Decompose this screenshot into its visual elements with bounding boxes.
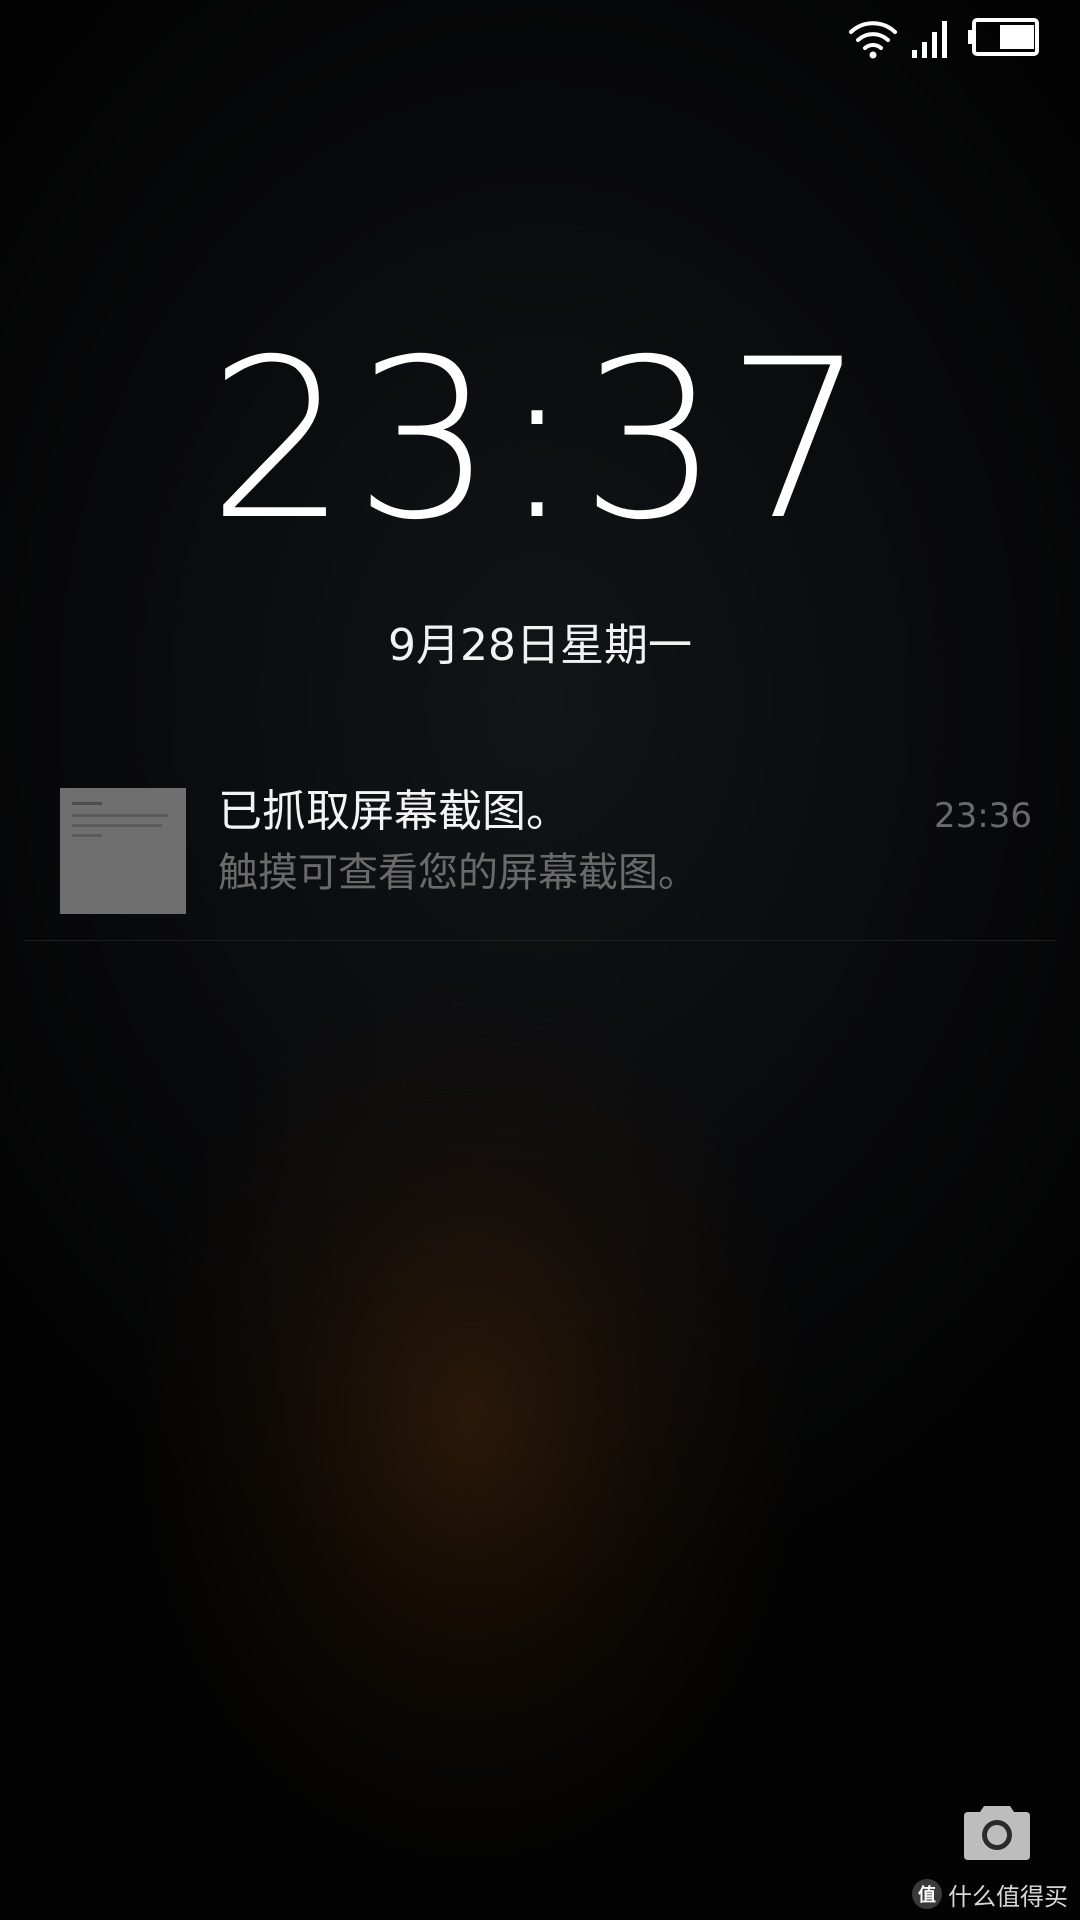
notification-text: 触摸可查看您的屏幕截图。	[218, 850, 698, 896]
watermark: 值 什么值得买	[912, 1874, 1068, 1914]
lockscreen-date: 9月28日星期一	[388, 620, 692, 671]
battery-icon	[968, 18, 1039, 56]
lockscreen-clock: 23:37	[207, 312, 872, 568]
screenshot-thumbnail	[60, 788, 186, 914]
wifi-icon	[849, 21, 897, 59]
notification-divider	[24, 940, 1056, 941]
lock-screen: 23:37 9月28日星期一 已抓取屏幕截图。 触摸可查看您的屏幕截图。 23:…	[0, 0, 1080, 1920]
camera-icon[interactable]	[962, 1800, 1032, 1862]
watermark-text: 什么值得买	[948, 1882, 1068, 1911]
screenshot-notification[interactable]: 已抓取屏幕截图。 触摸可查看您的屏幕截图。 23:36	[24, 770, 1056, 942]
cellular-signal-icon	[912, 21, 947, 58]
status-bar	[0, 0, 1080, 80]
watermark-logo: 值	[912, 1879, 942, 1909]
notification-time: 23:36	[934, 796, 1032, 836]
notification-title: 已抓取屏幕截图。	[218, 786, 570, 837]
